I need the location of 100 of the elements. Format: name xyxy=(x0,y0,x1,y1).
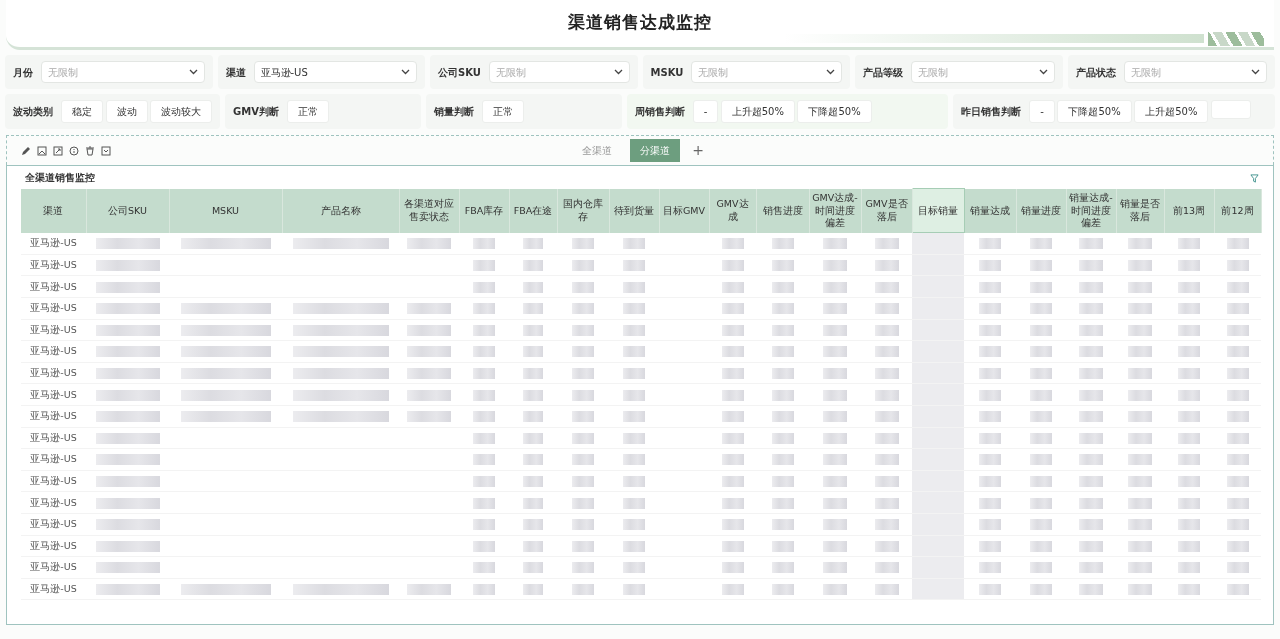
blurred-value xyxy=(1178,475,1200,487)
column-header[interactable]: 销量达成-时间进度偏差 xyxy=(1066,188,1116,233)
blurred-value xyxy=(1128,454,1152,466)
column-header[interactable]: 产品名称 xyxy=(282,188,399,233)
column-header[interactable]: 国内仓库存 xyxy=(557,188,609,233)
blurred-value xyxy=(572,540,594,552)
option-button[interactable]: 下降超50% xyxy=(797,100,872,123)
info-icon[interactable] xyxy=(69,146,79,156)
blurred-value xyxy=(1226,346,1249,358)
brush-icon[interactable] xyxy=(21,146,31,156)
blurred-value xyxy=(572,497,594,509)
filter-label: 昨日销售判断 xyxy=(961,105,1022,119)
column-header[interactable]: FBA库存 xyxy=(459,188,509,233)
column-header[interactable]: 销量是否落后 xyxy=(1116,188,1164,233)
blurred-value xyxy=(1226,540,1249,552)
blurred-value xyxy=(1128,324,1152,336)
trash-icon[interactable] xyxy=(85,146,95,156)
column-header[interactable]: GMV达成-时间进度偏差 xyxy=(809,188,861,233)
column-header[interactable]: 前12周 xyxy=(1214,188,1261,233)
blurred-value xyxy=(979,238,1001,250)
blurred-value xyxy=(572,389,594,401)
blurred-value xyxy=(1079,562,1103,574)
blurred-value xyxy=(95,497,160,509)
blurred-value xyxy=(1079,432,1103,444)
column-header[interactable]: MSKU xyxy=(169,188,282,233)
image-icon[interactable] xyxy=(37,146,47,156)
column-header[interactable]: 销售进度 xyxy=(756,188,809,233)
blurred-value xyxy=(623,475,645,487)
column-header[interactable]: FBA在途 xyxy=(509,188,557,233)
blurred-value xyxy=(572,411,594,423)
blurred-value xyxy=(1128,540,1152,552)
blurred-value xyxy=(1079,346,1103,358)
blurred-value xyxy=(823,411,847,423)
blurred-value xyxy=(1079,583,1103,595)
blurred-value xyxy=(572,281,594,293)
blurred-value xyxy=(1226,562,1249,574)
blurred-value xyxy=(1128,497,1152,509)
option-button[interactable]: 稳定 xyxy=(61,100,103,123)
option-button[interactable]: 上升超50% xyxy=(1134,100,1209,123)
blurred-value xyxy=(1128,519,1152,531)
blurred-value xyxy=(1030,497,1052,509)
blurred-value xyxy=(1030,324,1052,336)
column-header[interactable]: GMV达成 xyxy=(709,188,756,233)
option-button[interactable]: 波动 xyxy=(105,100,148,123)
blurred-value xyxy=(771,389,794,401)
blurred-value xyxy=(1030,475,1052,487)
option-button[interactable]: 正常 xyxy=(481,100,524,123)
blurred-value xyxy=(1030,303,1052,315)
column-header[interactable]: GMV是否落后 xyxy=(861,188,912,233)
column-header[interactable]: 目标销量 xyxy=(912,188,964,233)
blurred-value xyxy=(95,475,160,487)
blurred-value xyxy=(823,540,847,552)
blurred-value xyxy=(1226,303,1249,315)
blurred-value xyxy=(623,497,645,509)
add-tab-button[interactable]: + xyxy=(688,140,708,161)
column-header[interactable]: 公司SKU xyxy=(86,188,169,233)
blurred-value xyxy=(572,346,594,358)
column-header[interactable]: 销量进度 xyxy=(1016,188,1066,233)
blurred-value xyxy=(95,519,160,531)
column-header[interactable]: 前13周 xyxy=(1164,188,1214,233)
option-button[interactable]: - xyxy=(1029,100,1055,123)
select-field[interactable]: 亚马逊-US xyxy=(253,61,417,83)
column-header[interactable]: 各渠道对应售卖状态 xyxy=(399,188,459,233)
column-header[interactable]: 待到货量 xyxy=(609,188,659,233)
chevron-down-icon xyxy=(188,69,198,75)
blurred-value xyxy=(623,346,645,358)
blurred-value xyxy=(771,411,794,423)
blurred-value xyxy=(623,411,645,423)
filter-label: 波动类别 xyxy=(13,105,53,119)
filter-label: 公司SKU xyxy=(438,65,481,80)
blurred-value xyxy=(473,346,495,358)
blurred-value xyxy=(95,368,160,379)
blurred-value xyxy=(721,389,744,401)
expand-icon[interactable] xyxy=(53,146,63,156)
option-button[interactable]: 正常 xyxy=(286,100,329,123)
column-header[interactable]: 渠道 xyxy=(21,188,86,233)
blurred-value xyxy=(874,497,899,509)
option-button[interactable]: - xyxy=(692,100,719,123)
blurred-value xyxy=(1128,389,1152,401)
option-button[interactable]: 下降超50% xyxy=(1057,100,1132,123)
blurred-value xyxy=(721,303,744,315)
blurred-value xyxy=(1128,475,1152,487)
blurred-value xyxy=(523,583,543,595)
option-button[interactable]: 波动较大 xyxy=(150,100,212,123)
collapse-icon[interactable] xyxy=(101,146,111,156)
blurred-value xyxy=(1079,324,1103,336)
blurred-value xyxy=(523,389,543,401)
blurred-value xyxy=(1030,346,1052,358)
filter-icon[interactable] xyxy=(1250,173,1259,183)
column-header[interactable]: 目标GMV xyxy=(659,188,709,233)
blurred-value xyxy=(823,454,847,466)
blurred-value xyxy=(1226,324,1249,336)
column-header[interactable]: 销量达成 xyxy=(964,188,1016,233)
blurred-value xyxy=(95,562,160,574)
blurred-value xyxy=(572,583,594,595)
blurred-value xyxy=(823,389,847,401)
table-cell: 亚马逊-US xyxy=(21,578,86,600)
blurred-value xyxy=(874,583,899,595)
option-button[interactable]: 上升超50% xyxy=(720,100,795,123)
filter-label: 周销售判断 xyxy=(634,105,685,119)
